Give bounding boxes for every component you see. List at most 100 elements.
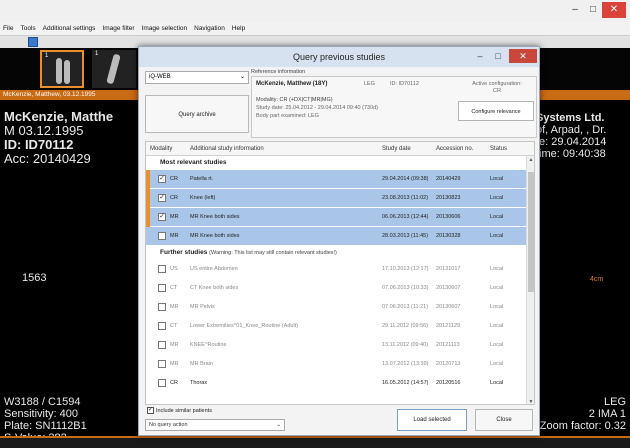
institution-name: Systems Ltd. <box>536 112 605 124</box>
column-accession[interactable]: Accession no. <box>436 142 473 156</box>
row-checkbox[interactable] <box>158 284 166 292</box>
series-thumbnail[interactable]: 1 <box>40 50 84 88</box>
table-row[interactable]: MR MR Pelvis 07.06.2013 (11:21) 20130607… <box>146 298 534 317</box>
row-checkbox[interactable]: ✓ <box>158 194 166 202</box>
image-number: 2 IMA 1 <box>588 408 626 420</box>
cell-status: Local <box>490 233 504 239</box>
cell-date: 17.10.2013 (12:17) <box>382 266 429 272</box>
cell-accession: 20131017 <box>436 266 461 272</box>
group-title: Further studies <box>160 249 208 256</box>
query-action-value: No query action <box>149 422 188 428</box>
cell-date: 06.06.2013 (12:44) <box>382 214 429 220</box>
archive-select[interactable]: iQ-WEB ⌄ <box>145 71 249 84</box>
table-row[interactable]: MR MR Knee both sides 28.03.2013 (11:45)… <box>146 227 534 246</box>
dialog-title-bar: Query previous studies – □ ✕ <box>139 47 539 67</box>
group-further-studies: Further studies (Warning: This list may … <box>146 246 534 260</box>
maximize-button[interactable]: □ <box>584 2 602 18</box>
layout-icon[interactable] <box>28 37 38 47</box>
column-info[interactable]: Additional study information <box>190 142 264 156</box>
reference-body-part: LEG <box>364 81 376 87</box>
table-row[interactable]: CT Lower Extremities^01_Knee_Routine (Ad… <box>146 317 534 336</box>
dialog-minimize-button[interactable]: – <box>471 49 489 63</box>
menu-file[interactable]: File <box>3 25 13 32</box>
table-row[interactable]: MR KNEE^Routine 13.11.2012 (09:40) 20121… <box>146 336 534 355</box>
archive-select-value: iQ-WEB <box>149 74 171 80</box>
row-checkbox[interactable] <box>158 232 166 240</box>
table-row[interactable]: CR Thorax 16.05.2012 (14:57) 20120516 Lo… <box>146 374 534 393</box>
column-status[interactable]: Status <box>490 142 507 156</box>
cell-info: Thorax <box>190 380 208 386</box>
dialog-close-button[interactable]: ✕ <box>509 49 537 63</box>
row-checkbox[interactable] <box>158 341 166 349</box>
sensitivity: Sensitivity: 400 <box>4 408 78 420</box>
cell-modality: CT <box>170 323 178 329</box>
load-selected-button[interactable]: Load selected <box>397 409 467 431</box>
cell-accession: 20121113 <box>436 342 460 348</box>
query-archive-button[interactable]: Query archive <box>145 95 249 133</box>
menu-image-filter[interactable]: Image filter <box>102 25 134 32</box>
studies-table: Modality Additional study information St… <box>145 141 535 405</box>
table-row[interactable]: ✓ MR MR Knee both sides 06.06.2013 (12:4… <box>146 208 534 227</box>
window-title-bar: – □ ✕ <box>0 0 630 22</box>
table-row[interactable]: CT CT Knee both sides 07.06.2013 (10:33)… <box>146 279 534 298</box>
scroll-up-icon[interactable]: ▲ <box>527 156 534 164</box>
patient-strip-label: McKenzie, Matthew, 03.12.1995 <box>3 91 96 98</box>
column-modality[interactable]: Modality <box>150 142 172 156</box>
reference-box: McKenzie, Matthew (18Y) LEG ID: ID70112 … <box>251 76 537 138</box>
menu-additional-settings[interactable]: Additional settings <box>43 25 96 32</box>
scroll-thumb[interactable] <box>528 172 534 292</box>
row-checkbox[interactable]: ✓ <box>158 213 166 221</box>
table-scrollbar[interactable]: ▲ ▼ <box>526 156 534 404</box>
scroll-down-icon[interactable]: ▼ <box>527 398 534 404</box>
cell-status: Local <box>490 304 504 310</box>
row-checkbox[interactable] <box>158 303 166 311</box>
include-similar-checkbox[interactable]: ✓ Include similar patients <box>147 407 212 414</box>
menu-tools[interactable]: Tools <box>20 25 35 32</box>
close-button[interactable]: Close <box>475 409 533 431</box>
cell-date: 16.05.2012 (14:57) <box>382 380 429 386</box>
cell-status: Local <box>490 342 504 348</box>
menu-help[interactable]: Help <box>232 25 245 32</box>
minimize-button[interactable]: – <box>566 2 584 18</box>
close-window-button[interactable]: ✕ <box>602 2 626 18</box>
cell-accession: 20120713 <box>436 361 461 367</box>
row-checkbox[interactable] <box>158 379 166 387</box>
relevance-marker <box>146 189 150 208</box>
table-row[interactable]: US US entire Abdomen 17.10.2013 (12:17) … <box>146 260 534 279</box>
checkbox-icon[interactable]: ✓ <box>147 407 154 414</box>
cell-info: CT Knee both sides <box>190 285 239 291</box>
cell-info: KNEE^Routine <box>190 342 227 348</box>
menu-image-selection[interactable]: Image selection <box>142 25 188 32</box>
table-header: Modality Additional study information St… <box>146 142 534 156</box>
table-row[interactable]: MR MR Brain 13.07.2012 (13:39) 20120713 … <box>146 355 534 374</box>
cell-info: MR Knee both sides <box>190 214 240 220</box>
study-time: time: 09:40:38 <box>536 148 606 160</box>
dialog-footer: ✓ Include similar patients No query actio… <box>139 405 539 435</box>
knee-xray-image <box>56 58 62 84</box>
row-checkbox[interactable] <box>158 265 166 273</box>
reference-patient-name: McKenzie, Matthew (18Y) <box>256 81 328 87</box>
accession-number: Acc: 20140429 <box>4 151 91 166</box>
menu-navigation[interactable]: Navigation <box>194 25 225 32</box>
dialog-maximize-button[interactable]: □ <box>489 49 507 63</box>
column-study-date[interactable]: Study date <box>382 142 411 156</box>
patient-overlay: McKenzie, Matthe M 03.12.1995 ID: ID7011… <box>4 110 113 166</box>
cell-info: MR Pelvis <box>190 304 215 310</box>
query-action-select[interactable]: No query action ⌄ <box>145 419 285 431</box>
cell-status: Local <box>490 266 504 272</box>
cell-modality: MR <box>170 342 179 348</box>
configure-relevance-button[interactable]: Configure relevance <box>458 101 534 121</box>
cell-modality: US <box>170 266 178 272</box>
row-checkbox[interactable] <box>158 322 166 330</box>
table-row[interactable]: ✓ CR Patella rt. 29.04.2014 (09:38) 2014… <box>146 170 534 189</box>
cell-accession: 20130606 <box>436 214 461 220</box>
row-checkbox[interactable]: ✓ <box>158 175 166 183</box>
row-checkbox[interactable] <box>158 360 166 368</box>
cell-accession: 20130823 <box>436 195 461 201</box>
series-thumbnail[interactable]: 1 <box>92 50 136 88</box>
patient-birth: M 03.12.1995 <box>4 123 84 138</box>
zoom-factor: Zoom factor: 0.32 <box>539 420 626 432</box>
cell-status: Local <box>490 380 504 386</box>
cell-accession: 20120516 <box>436 380 461 386</box>
table-row[interactable]: ✓ CR Knee (left) 23.08.2013 (11:02) 2013… <box>146 189 534 208</box>
